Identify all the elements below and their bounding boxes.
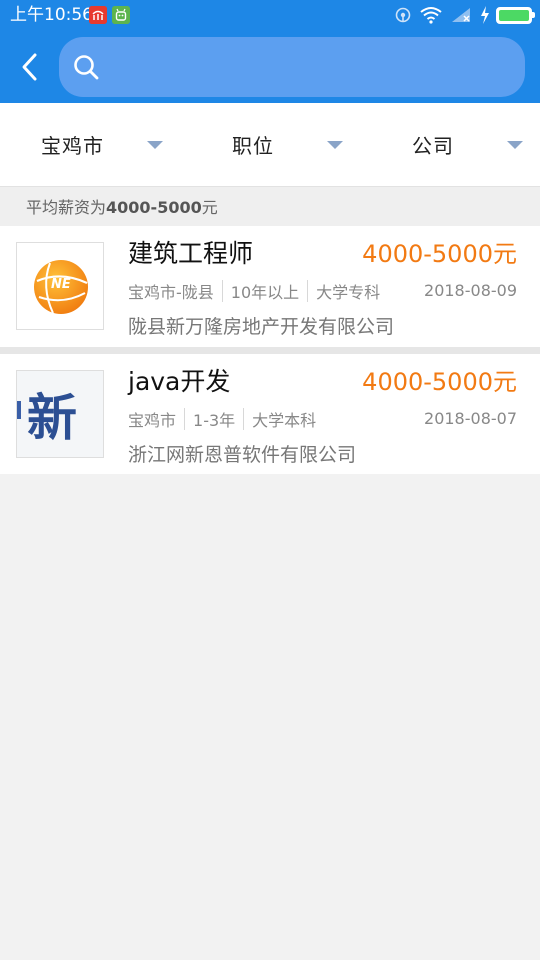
wifi-icon	[420, 7, 442, 24]
android-notification-icon	[112, 6, 130, 24]
job-list-item[interactable]: 新 java开发 4000-5000元 宝鸡市 1-3年 大学本科 2018-0…	[0, 354, 540, 474]
job-company: 陇县新万隆房地产开发有限公司	[128, 316, 395, 338]
meta-divider	[184, 408, 186, 430]
battery-icon	[496, 6, 535, 24]
job-title: 建筑工程师	[128, 239, 254, 268]
caret-down-icon	[327, 141, 343, 149]
job-experience: 1-3年	[193, 411, 236, 430]
company-logo: 新	[16, 370, 104, 458]
app-notification-icon	[89, 6, 107, 24]
job-list-item[interactable]: NE 建筑工程师 4000-5000元 宝鸡市-陇县 10年以上 大学专科 20…	[0, 226, 540, 347]
average-salary-prefix: 平均薪资为	[26, 198, 107, 217]
signal-icon	[452, 8, 470, 22]
app-bar	[0, 30, 540, 103]
job-date: 2018-08-07	[424, 409, 517, 428]
chevron-left-icon	[22, 53, 37, 81]
job-location: 宝鸡市	[128, 411, 177, 430]
job-education: 大学专科	[316, 283, 381, 302]
job-salary: 4000-5000元	[362, 240, 517, 268]
filter-bar: 宝鸡市 职位 公司	[0, 103, 540, 187]
job-meta: 宝鸡市-陇县 10年以上 大学专科	[128, 278, 380, 304]
position-filter-dropdown[interactable]: 职位	[232, 103, 362, 186]
job-salary: 4000-5000元	[362, 368, 517, 396]
average-salary-bar: 平均薪资为4000-5000元	[0, 187, 540, 226]
average-salary-range: 4000-5000	[106, 198, 202, 217]
status-bar: 上午10:56	[0, 0, 540, 30]
company-filter-label: 公司	[412, 134, 454, 158]
status-time: 上午10:56	[10, 5, 93, 25]
search-icon	[72, 53, 100, 81]
job-experience: 10年以上	[230, 283, 300, 302]
job-meta: 宝鸡市 1-3年 大学本科	[128, 406, 316, 432]
position-filter-label: 职位	[232, 134, 274, 158]
average-salary-unit: 元	[201, 198, 218, 217]
job-title: java开发	[128, 367, 231, 396]
search-input[interactable]	[108, 46, 525, 88]
city-filter-label: 宝鸡市	[41, 134, 104, 158]
meta-divider	[221, 280, 223, 302]
meta-divider	[243, 408, 245, 430]
back-button[interactable]	[10, 47, 50, 87]
city-filter-dropdown[interactable]: 宝鸡市	[41, 103, 181, 186]
job-location: 宝鸡市-陇县	[128, 283, 214, 302]
job-company: 浙江网新恩普软件有限公司	[128, 444, 357, 466]
status-icons	[386, 5, 535, 25]
caret-down-icon	[147, 141, 163, 149]
company-logo-text: NE	[51, 277, 71, 292]
charging-icon	[481, 6, 489, 24]
job-date: 2018-08-09	[424, 281, 517, 300]
company-filter-dropdown[interactable]: 公司	[412, 103, 540, 186]
caret-down-icon	[507, 141, 523, 149]
search-bar[interactable]	[59, 37, 525, 97]
job-education: 大学本科	[252, 411, 317, 430]
company-logo: NE	[16, 242, 104, 330]
list-divider	[0, 347, 540, 354]
hotspot-icon	[395, 7, 411, 23]
meta-divider	[307, 280, 309, 302]
company-logo-text: 新	[27, 389, 77, 447]
